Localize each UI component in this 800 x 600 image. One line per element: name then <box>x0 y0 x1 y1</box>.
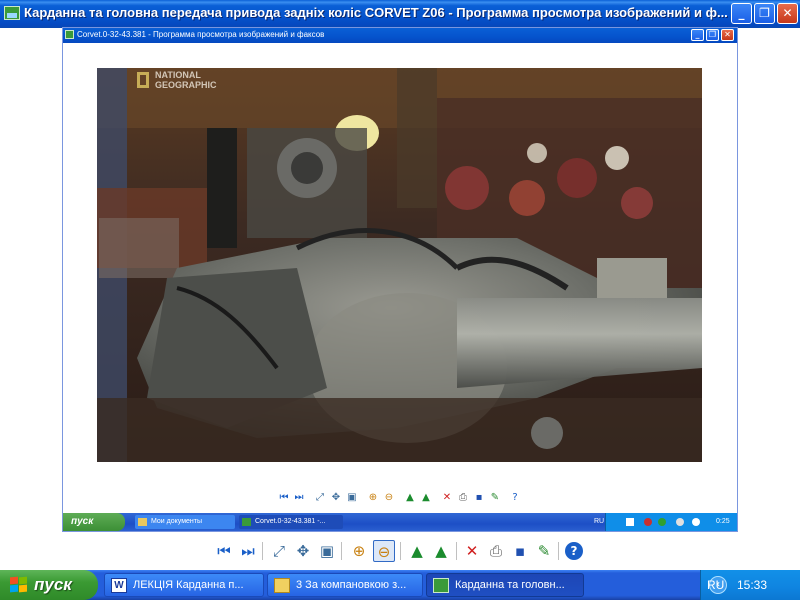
inner-zoom-in-icon: ⊕ <box>368 492 378 503</box>
inner-close-icon: ✕ <box>721 29 734 41</box>
start-label: пуск <box>34 575 72 594</box>
previous-image-button[interactable]: ⏮ <box>213 540 235 562</box>
inner-taskbar: пуск Мои документы Corvet.0-32-43.381 -.… <box>63 513 737 531</box>
toolbar-separator <box>262 542 263 560</box>
taskbar-item-image-viewer[interactable]: Карданна та головн... <box>426 573 584 597</box>
logo-text-line2: GEOGRAPHIC <box>155 80 217 90</box>
inner-task-my-documents: Мои документы <box>135 515 235 529</box>
windows-logo-icon <box>10 576 28 593</box>
taskbar-item-lecture[interactable]: W ЛЕКЦІЯ Карданна п... <box>104 573 264 597</box>
toolbar-separator <box>341 542 342 560</box>
window-title: Карданна та головна передача привода зад… <box>24 5 728 20</box>
image-viewer-icon <box>433 578 449 593</box>
rotate-clockwise-icon: ▲ <box>411 542 423 560</box>
folder-icon <box>274 578 290 593</box>
image-viewer-window: Карданна та головна передача привода зад… <box>0 0 800 570</box>
window-titlebar[interactable]: Карданна та головна передача привода зад… <box>0 0 800 28</box>
zoom-in-button[interactable]: ⊕ <box>348 540 370 562</box>
taskbar-item-folder[interactable]: 3 За компановкою з... <box>267 573 423 597</box>
next-icon: ⏭ <box>241 542 255 560</box>
inner-actual-size-icon: ✥ <box>331 492 341 503</box>
actual-size-icon: ✥ <box>296 542 310 560</box>
print-icon: ⎙ <box>489 542 502 560</box>
help-icon: ? <box>570 544 578 558</box>
best-fit-icon: ⤢ <box>272 542 285 560</box>
inner-language-indicator: RU <box>594 518 605 525</box>
minimize-button[interactable]: _ <box>731 3 752 24</box>
inner-window-titlebar: Corvet.0-32-43.381 - Программа просмотра… <box>63 28 737 43</box>
actual-size-button[interactable]: ✥ <box>292 540 314 562</box>
inner-best-fit-icon: ⤢ <box>316 492 324 503</box>
inner-tray-icon <box>658 518 666 526</box>
inner-start-button: пуск <box>63 513 125 531</box>
edit-image-button[interactable]: ✎ <box>533 540 555 562</box>
image-viewer-icon <box>4 6 20 20</box>
word-document-icon: W <box>111 578 127 593</box>
toolbar-separator <box>400 542 401 560</box>
save-icon: ▪ <box>514 542 526 560</box>
inner-restore-icon: ❐ <box>706 29 719 41</box>
inner-save-icon: ▪ <box>475 492 483 503</box>
language-indicator[interactable]: RU <box>707 578 724 592</box>
edit-image-icon: ✎ <box>537 542 551 560</box>
delete-icon: ✕ <box>465 542 479 560</box>
print-button[interactable]: ⎙ <box>485 540 507 562</box>
inner-tray-icon <box>644 518 652 526</box>
inner-tray-icon <box>692 518 700 526</box>
inner-image-viewer-icon <box>65 30 74 39</box>
best-fit-button[interactable]: ⤢ <box>268 540 290 562</box>
inner-minimize-icon: _ <box>691 29 704 41</box>
taskbar-item-label: 3 За компановкою з... <box>296 579 407 591</box>
inner-print-icon: ⎙ <box>459 492 467 503</box>
inner-clock: 0:25 <box>716 518 730 525</box>
slideshow-button[interactable]: ▣ <box>316 540 338 562</box>
image-viewer-icon <box>242 518 251 526</box>
save-button[interactable]: ▪ <box>509 540 531 562</box>
logo-text-line1: NATIONAL <box>155 70 201 80</box>
restore-button[interactable]: ❐ <box>754 3 775 24</box>
zoom-out-button[interactable]: ⊖ <box>373 540 395 562</box>
toolbar-separator <box>456 542 457 560</box>
taskbar-item-label: Карданна та головн... <box>455 579 565 591</box>
inner-previous-icon: ⏮ <box>279 492 289 503</box>
inner-tray-icon <box>676 518 684 526</box>
inner-tray-icon <box>626 518 634 526</box>
inner-next-icon: ⏭ <box>294 492 304 503</box>
viewer-toolbar: ⏮ ⏭ ⤢ ✥ ▣ ⊕ ⊖ ▲ ▲ ✕ ⎙ ▪ ✎ ? <box>0 538 800 566</box>
zoom-out-icon: ⊖ <box>377 543 391 561</box>
inner-slideshow-icon: ▣ <box>347 492 357 503</box>
inner-window-title: Corvet.0-32-43.381 - Программа просмотра… <box>77 30 325 39</box>
photo-transmission-assembly <box>97 68 702 462</box>
inner-help-icon: ? <box>512 492 518 503</box>
rotate-counterclockwise-button[interactable]: ▲ <box>430 540 452 562</box>
next-image-button[interactable]: ⏭ <box>237 540 259 562</box>
start-button[interactable]: пуск <box>0 570 98 600</box>
rotate-counterclockwise-icon: ▲ <box>435 542 447 560</box>
logo-frame-icon <box>137 72 149 88</box>
delete-button[interactable]: ✕ <box>461 540 483 562</box>
inner-zoom-out-icon: ⊖ <box>384 492 394 503</box>
inner-task-label: Мои документы <box>151 518 203 525</box>
folder-icon <box>138 518 147 526</box>
toolbar-separator <box>558 542 559 560</box>
previous-icon: ⏮ <box>217 542 231 560</box>
zoom-in-icon: ⊕ <box>352 542 366 560</box>
inner-rotate-ccw-icon: ▲ <box>422 492 430 503</box>
inner-delete-icon: ✕ <box>442 492 452 503</box>
inner-rotate-cw-icon: ▲ <box>406 492 414 503</box>
taskbar-item-label: ЛЕКЦІЯ Карданна п... <box>133 579 244 591</box>
inner-task-image-viewer: Corvet.0-32-43.381 -... <box>239 515 343 529</box>
rotate-clockwise-button[interactable]: ▲ <box>406 540 428 562</box>
help-button[interactable]: ? <box>565 542 583 560</box>
inner-system-tray: RU 0:25 <box>594 513 737 531</box>
slideshow-icon: ▣ <box>319 542 335 560</box>
taskbar: пуск W ЛЕКЦІЯ Карданна п... 3 За компано… <box>0 570 800 600</box>
inner-task-label: Corvet.0-32-43.381 -... <box>255 518 326 525</box>
close-button[interactable]: ✕ <box>777 3 798 24</box>
clock[interactable]: 15:33 <box>737 578 767 592</box>
inner-edit-icon: ✎ <box>490 492 500 503</box>
